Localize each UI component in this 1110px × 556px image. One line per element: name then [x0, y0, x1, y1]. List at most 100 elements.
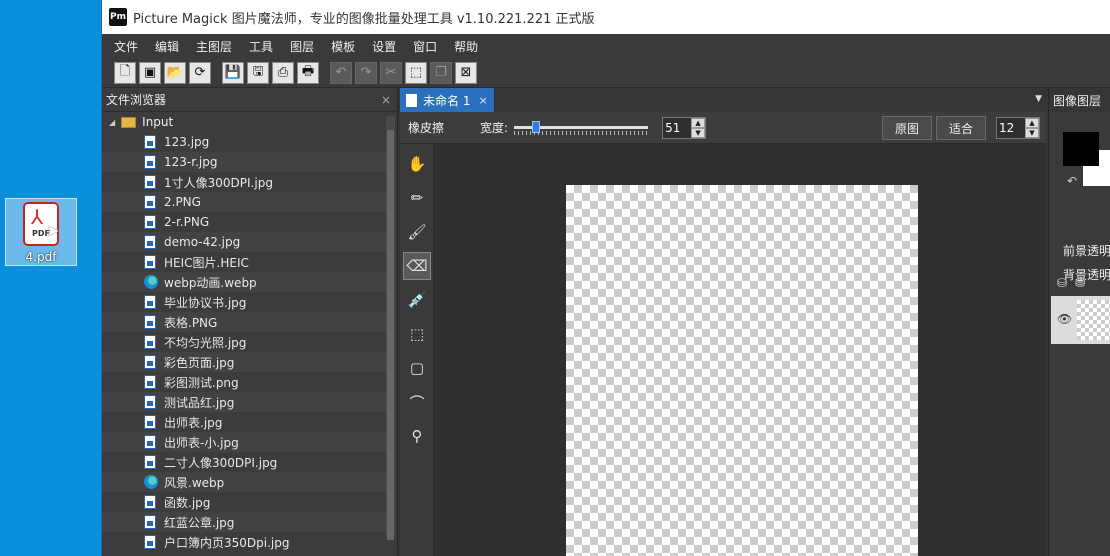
- pan-hand-icon[interactable]: ✋: [403, 150, 431, 178]
- crop-icon[interactable]: ⬚: [405, 61, 427, 84]
- folder-icon: [121, 116, 137, 128]
- eyedropper-icon[interactable]: 💉: [403, 286, 431, 314]
- pencil-icon[interactable]: ✏: [403, 184, 431, 212]
- tab-untitled-1[interactable]: 未命名 1 ×: [400, 88, 494, 112]
- batch-print-icon[interactable]: 🖶: [297, 61, 319, 84]
- file-list-item[interactable]: webp动画.webp: [102, 272, 386, 292]
- file-list-item[interactable]: HEIC图片.HEIC: [102, 252, 386, 272]
- zoom-down-icon[interactable]: ▼: [1025, 128, 1039, 138]
- tool-options-bar: 橡皮擦 宽度: 51 ▲ ▼ 原图 适合 12 ▲ ▼: [400, 112, 1046, 144]
- file-name: 表格.PNG: [164, 315, 218, 330]
- file-list-item[interactable]: 二寸人像300DPI.jpg: [102, 452, 386, 472]
- menu-item-5[interactable]: 模板: [323, 38, 364, 55]
- file-list-item[interactable]: 红蓝公章.jpg: [102, 512, 386, 532]
- expand-triangle-icon[interactable]: ◢: [109, 118, 115, 127]
- scrollbar-thumb[interactable]: [387, 130, 394, 540]
- open-image-icon[interactable]: ▣: [139, 61, 161, 84]
- file-list-item[interactable]: 函数.jpg: [102, 492, 386, 512]
- file-list-item[interactable]: demo-42.jpg: [102, 232, 386, 252]
- redo-icon[interactable]: ↷: [355, 61, 377, 84]
- menu-item-0[interactable]: 文件: [106, 38, 147, 55]
- file-list-item[interactable]: 彩色页面.jpg: [102, 352, 386, 372]
- spin-down-icon[interactable]: ▼: [691, 127, 706, 138]
- image-file-icon: [144, 455, 156, 469]
- file-list-item[interactable]: 123.jpg: [102, 132, 386, 152]
- undo-icon[interactable]: ↶: [330, 61, 352, 84]
- document-area: 未命名 1 × ▼ 橡皮擦 宽度: 51 ▲ ▼ 原图 适合 12 ▲ ▼ ✋ …: [400, 88, 1046, 556]
- image-canvas[interactable]: [566, 185, 918, 556]
- root-folder-label: Input: [142, 115, 174, 129]
- zoom-up-icon[interactable]: ▲: [1025, 118, 1039, 128]
- foreground-color-swatch[interactable]: [1063, 132, 1099, 166]
- close-doc-icon[interactable]: ⊠: [455, 61, 477, 84]
- zoom-value[interactable]: 12: [997, 121, 1025, 135]
- file-list-item[interactable]: 彩图测试.png: [102, 372, 386, 392]
- file-name: 2-r.PNG: [164, 215, 210, 229]
- file-name: 彩色页面.jpg: [164, 355, 235, 370]
- layer-tools: ⛁ ⛃: [1057, 276, 1085, 290]
- title-bar[interactable]: Pm Picture Magick 图片魔法师，专业的图像批量处理工具 v1.1…: [102, 0, 1110, 34]
- close-icon[interactable]: ×: [381, 93, 391, 107]
- file-list-item[interactable]: 出师表.jpg: [102, 412, 386, 432]
- file-list-item[interactable]: 风景.webp: [102, 472, 386, 492]
- magic-select-icon[interactable]: ⬚: [403, 320, 431, 348]
- spin-up-icon[interactable]: ▲: [691, 117, 706, 128]
- menu-item-2[interactable]: 主图层: [188, 38, 241, 55]
- image-file-icon: [144, 135, 156, 149]
- menu-item-3[interactable]: 工具: [241, 38, 282, 55]
- file-browser-scrollbar[interactable]: [386, 116, 395, 540]
- menu-item-7[interactable]: 窗口: [405, 38, 446, 55]
- stamp-icon[interactable]: ⚲: [403, 422, 431, 450]
- new-file-icon[interactable]: 🗋: [114, 61, 136, 84]
- zoom-spinbox[interactable]: 12 ▲ ▼: [996, 117, 1040, 139]
- file-list-item[interactable]: 户口簿内页350Dpi.jpg: [102, 532, 386, 552]
- file-list-item[interactable]: 2-r.PNG: [102, 212, 386, 232]
- layer-thumbnail: [1077, 300, 1110, 340]
- file-list-item[interactable]: 测试品红.jpg: [102, 392, 386, 412]
- refresh-icon[interactable]: ⟳: [189, 61, 211, 84]
- fit-button[interactable]: 适合: [936, 116, 986, 140]
- tab-label: 未命名 1: [423, 93, 471, 108]
- cut-icon[interactable]: ✂: [380, 61, 402, 84]
- lasso-icon[interactable]: ⌒: [403, 388, 431, 416]
- merge-layer-icon[interactable]: ⛃: [1075, 276, 1085, 290]
- file-name: 出师表.jpg: [164, 415, 223, 430]
- copy-icon[interactable]: ❐: [430, 61, 452, 84]
- rect-select-icon[interactable]: ▢: [403, 354, 431, 382]
- menu-item-8[interactable]: 帮助: [446, 38, 487, 55]
- print-icon[interactable]: ⎙: [272, 61, 294, 84]
- visibility-eye-icon[interactable]: 👁: [1057, 312, 1072, 326]
- tree-root-folder[interactable]: ◢ Input: [102, 112, 386, 132]
- tab-close-icon[interactable]: ×: [478, 94, 487, 107]
- current-tool-name: 橡皮擦: [408, 121, 445, 135]
- save-as-icon[interactable]: 🖫: [247, 61, 269, 84]
- width-spinbox[interactable]: 51 ▲ ▼: [662, 116, 707, 139]
- menu-item-4[interactable]: 图层: [282, 38, 323, 55]
- save-icon[interactable]: 💾: [222, 61, 244, 84]
- file-list-item[interactable]: 毕业协议书.jpg: [102, 292, 386, 312]
- brush-icon[interactable]: 🖌: [403, 218, 431, 246]
- slider-knob[interactable]: [532, 120, 541, 133]
- file-list-item[interactable]: 2.PNG: [102, 192, 386, 212]
- image-file-icon: [144, 535, 156, 549]
- width-value[interactable]: 51: [663, 121, 691, 135]
- file-list-item[interactable]: 不均匀光照.jpg: [102, 332, 386, 352]
- original-size-button[interactable]: 原图: [882, 116, 932, 140]
- file-name: 二寸人像300DPI.jpg: [164, 455, 278, 470]
- file-list-item[interactable]: 表格.PNG: [102, 312, 386, 332]
- main-toolbar: 🗋 ▣ 📂 ⟳ 💾 🖫 ⎙ 🖶 ↶ ↷ ✂ ⬚ ❐ ⊠: [102, 58, 1110, 88]
- eraser-icon[interactable]: ⌫: [403, 252, 431, 280]
- swap-colors-icon[interactable]: ↶: [1067, 174, 1077, 188]
- open-folder-icon[interactable]: 📂: [164, 61, 186, 84]
- file-list-item[interactable]: 1寸人像300DPI.jpg: [102, 172, 386, 192]
- file-list-item[interactable]: 123-r.jpg: [102, 152, 386, 172]
- foreground-transparent-label[interactable]: 前景透明: [1063, 242, 1110, 259]
- tabs-dropdown-icon[interactable]: ▼: [1035, 94, 1042, 104]
- desktop-file-4pdf[interactable]: ⅄ PDF ➤ 4.pdf: [5, 198, 77, 266]
- menu-item-6[interactable]: 设置: [364, 38, 405, 55]
- menu-item-1[interactable]: 编辑: [147, 38, 188, 55]
- file-list-item[interactable]: 出师表-小.jpg: [102, 432, 386, 452]
- add-layer-icon[interactable]: ⛁: [1057, 276, 1067, 290]
- width-slider[interactable]: [514, 120, 649, 136]
- layer-row[interactable]: 👁: [1051, 296, 1110, 344]
